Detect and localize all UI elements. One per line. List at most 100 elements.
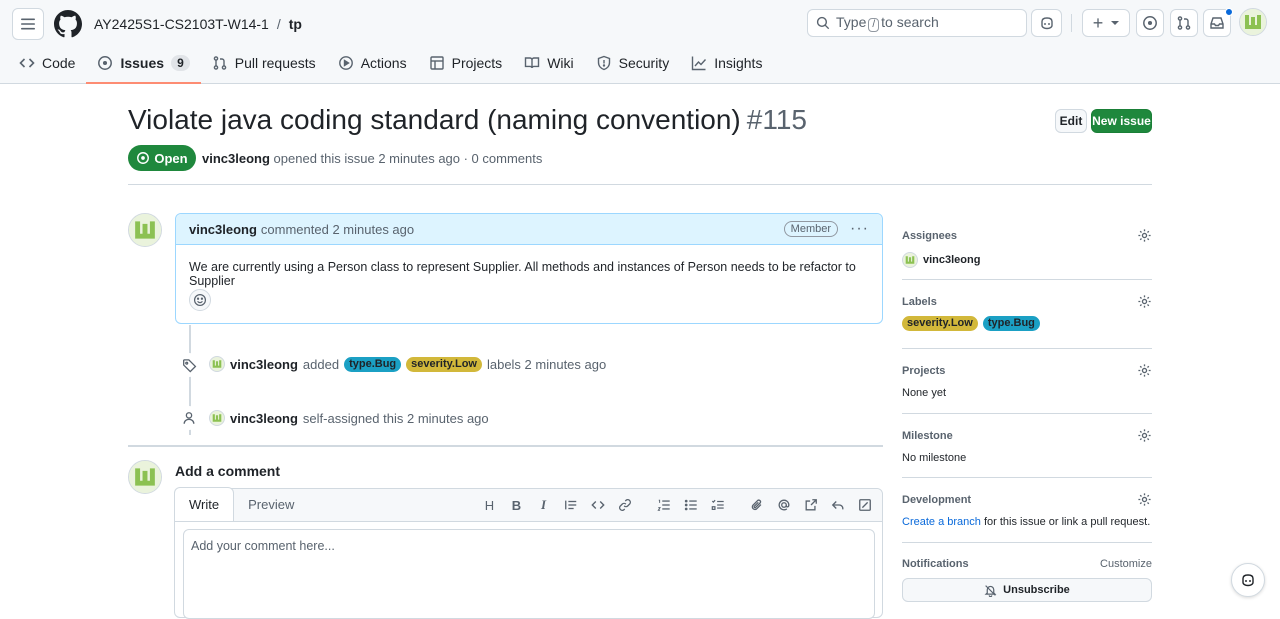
- issue-meta: vinc3leong opened this issue 2 minutes a…: [202, 151, 542, 166]
- unordered-list-button[interactable]: [679, 498, 702, 512]
- comment-author-avatar[interactable]: [128, 213, 162, 247]
- copilot-icon: [1040, 17, 1053, 30]
- tab-wiki[interactable]: Wiki: [513, 48, 584, 78]
- quote-button[interactable]: [559, 498, 582, 512]
- gear-icon[interactable]: [1137, 228, 1152, 243]
- search-input[interactable]: Type / to search: [807, 9, 1027, 37]
- smiley-icon: [193, 293, 207, 307]
- event-avatar[interactable]: [209, 410, 225, 426]
- tab-label: Pull requests: [234, 55, 316, 71]
- gear-icon[interactable]: [1137, 363, 1152, 378]
- person-icon: [183, 412, 195, 424]
- timeline-label-event-icon: [177, 353, 201, 377]
- label-type-bug[interactable]: type.Bug: [982, 316, 1040, 331]
- chevron-down-icon: [1111, 21, 1120, 25]
- labels-title: Labels: [902, 295, 937, 308]
- label-severity-low[interactable]: severity.Low: [902, 316, 978, 331]
- comment-time[interactable]: commented 2 minutes ago: [261, 222, 414, 237]
- label-severity-low[interactable]: severity.Low: [406, 356, 482, 372]
- preview-tab[interactable]: Preview: [234, 487, 308, 521]
- tab-actions[interactable]: Actions: [327, 48, 418, 78]
- task-list-icon: [711, 499, 724, 510]
- mention-button[interactable]: [772, 498, 795, 512]
- timeline-labels-event: vinc3leong added type.Bug severity.Low l…: [209, 356, 606, 372]
- reference-button[interactable]: [799, 498, 822, 512]
- breadcrumb-repo[interactable]: tp: [289, 16, 302, 32]
- tab-insights[interactable]: Insights: [680, 48, 773, 78]
- ordered-list-button[interactable]: [652, 498, 675, 512]
- unsubscribe-button[interactable]: Unsubscribe: [902, 578, 1152, 602]
- attach-button[interactable]: [745, 498, 768, 512]
- bell-slash-icon: [984, 584, 997, 597]
- comment-author[interactable]: vinc3leong: [189, 222, 257, 237]
- reply-button[interactable]: [826, 498, 849, 512]
- issues-header-button[interactable]: [1136, 9, 1164, 37]
- comment-header: vinc3leong commented 2 minutes ago Membe…: [176, 214, 882, 245]
- header-divider: [1071, 14, 1072, 32]
- tab-projects[interactable]: Projects: [418, 48, 514, 78]
- notification-dot: [1225, 8, 1233, 16]
- heading-button[interactable]: H: [478, 498, 501, 513]
- label-type-bug[interactable]: type.Bug: [344, 356, 402, 372]
- tab-issues[interactable]: Issues 9: [86, 48, 202, 84]
- tab-label: Insights: [714, 55, 763, 71]
- gear-icon[interactable]: [1137, 294, 1152, 309]
- edit-button[interactable]: Edit: [1055, 109, 1087, 133]
- pull-request-icon: [213, 56, 227, 70]
- tab-pull-requests[interactable]: Pull requests: [201, 48, 327, 78]
- write-tab[interactable]: Write: [174, 487, 235, 521]
- breadcrumb-owner[interactable]: AY2425S1-CS2103T-W14-1: [94, 16, 269, 32]
- fullscreen-button[interactable]: [853, 498, 876, 512]
- gear-icon[interactable]: [1137, 492, 1152, 507]
- issue-author-link[interactable]: vinc3leong: [202, 151, 270, 166]
- tab-label: Wiki: [547, 55, 574, 71]
- assignee-avatar[interactable]: [902, 252, 918, 268]
- inbox-icon: [1210, 17, 1224, 29]
- status-badge: Open: [128, 145, 196, 171]
- link-button[interactable]: [613, 498, 636, 512]
- play-icon: [338, 56, 353, 70]
- customize-link[interactable]: Customize: [1100, 558, 1152, 570]
- comment-menu-button[interactable]: ···: [850, 220, 869, 238]
- event-author[interactable]: vinc3leong: [230, 411, 298, 426]
- bold-button[interactable]: B: [505, 498, 528, 513]
- tab-code[interactable]: Code: [8, 48, 86, 78]
- repo-nav-tabs: Code Issues 9 Pull requests Actions Proj…: [8, 48, 773, 84]
- add-reaction-button[interactable]: [189, 289, 211, 311]
- pull-requests-header-button[interactable]: [1170, 9, 1198, 37]
- code-button[interactable]: [586, 498, 609, 512]
- projects-title: Projects: [902, 364, 946, 377]
- sidebar-notifications: Notifications Customize: [902, 558, 1152, 570]
- current-user-avatar[interactable]: [128, 460, 162, 494]
- search-icon: [816, 16, 830, 30]
- user-avatar[interactable]: [1239, 8, 1267, 36]
- hamburger-menu-button[interactable]: [12, 8, 44, 40]
- plus-icon: +: [1092, 13, 1104, 33]
- copilot-button[interactable]: [1031, 9, 1062, 37]
- tab-security[interactable]: Security: [585, 48, 681, 78]
- italic-button[interactable]: I: [532, 497, 555, 513]
- github-logo-icon[interactable]: [54, 10, 82, 38]
- reply-icon: [831, 501, 843, 510]
- table-icon: [429, 56, 444, 70]
- top-header: AY2425S1-CS2103T-W14-1 / tp Type / to sear…: [0, 0, 1280, 84]
- sidebar-divider: [902, 477, 1152, 478]
- cross-reference-icon: [805, 499, 817, 511]
- sidebar-assignees: Assignees vinc3leong: [902, 228, 1152, 268]
- event-avatar[interactable]: [209, 356, 225, 372]
- code-icon: [590, 501, 605, 509]
- new-issue-button[interactable]: New issue: [1091, 109, 1152, 133]
- assignee-name[interactable]: vinc3leong: [923, 254, 980, 266]
- create-new-button[interactable]: +: [1082, 9, 1130, 37]
- create-branch-link[interactable]: Create a branch: [902, 516, 981, 528]
- event-author[interactable]: vinc3leong: [230, 357, 298, 372]
- hamburger-icon: [21, 18, 35, 30]
- status-label: Open: [154, 150, 188, 166]
- gear-icon[interactable]: [1137, 428, 1152, 443]
- add-comment-heading: Add a comment: [175, 463, 281, 479]
- task-list-button[interactable]: [706, 498, 729, 512]
- comment-textarea[interactable]: Add your comment here...: [183, 529, 875, 619]
- issue-comment: vinc3leong commented 2 minutes ago Membe…: [175, 213, 883, 324]
- event-action: added: [302, 356, 340, 372]
- copilot-chat-button[interactable]: [1231, 563, 1265, 597]
